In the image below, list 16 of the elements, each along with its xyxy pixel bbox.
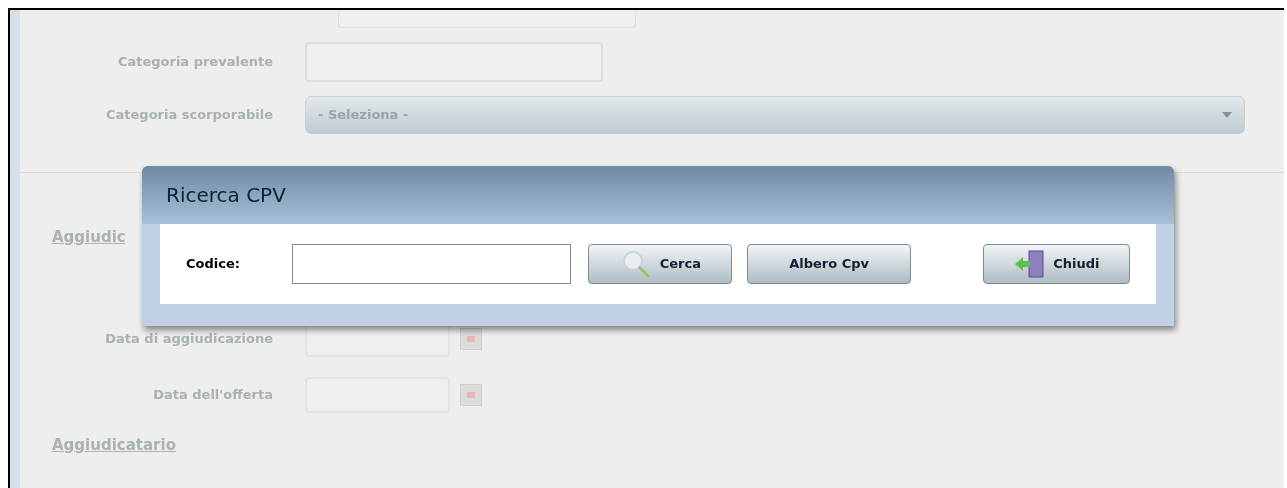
search-button[interactable]: Cerca bbox=[588, 244, 733, 284]
tree-button[interactable]: Albero Cpv bbox=[747, 244, 911, 284]
field-label: Data di aggiudicazione bbox=[104, 330, 274, 349]
dialog-title: Ricerca CPV bbox=[166, 182, 286, 209]
calendar-icon[interactable] bbox=[460, 384, 482, 406]
field-label: Categoria scorporabile bbox=[105, 106, 274, 125]
section-heading: Aggiudic bbox=[52, 228, 126, 246]
section-heading: Aggiudicatario bbox=[52, 436, 176, 454]
dropdown-arrow-icon bbox=[1222, 112, 1232, 118]
text-field[interactable] bbox=[338, 10, 636, 28]
code-input-field[interactable] bbox=[292, 244, 572, 284]
field-label: Codice: bbox=[186, 255, 241, 274]
field-label: Categoria prevalente bbox=[116, 53, 274, 72]
calendar-icon[interactable] bbox=[460, 328, 482, 350]
field-label: Data dell'offerta bbox=[152, 386, 274, 405]
close-button[interactable]: Chiudi bbox=[982, 244, 1130, 284]
